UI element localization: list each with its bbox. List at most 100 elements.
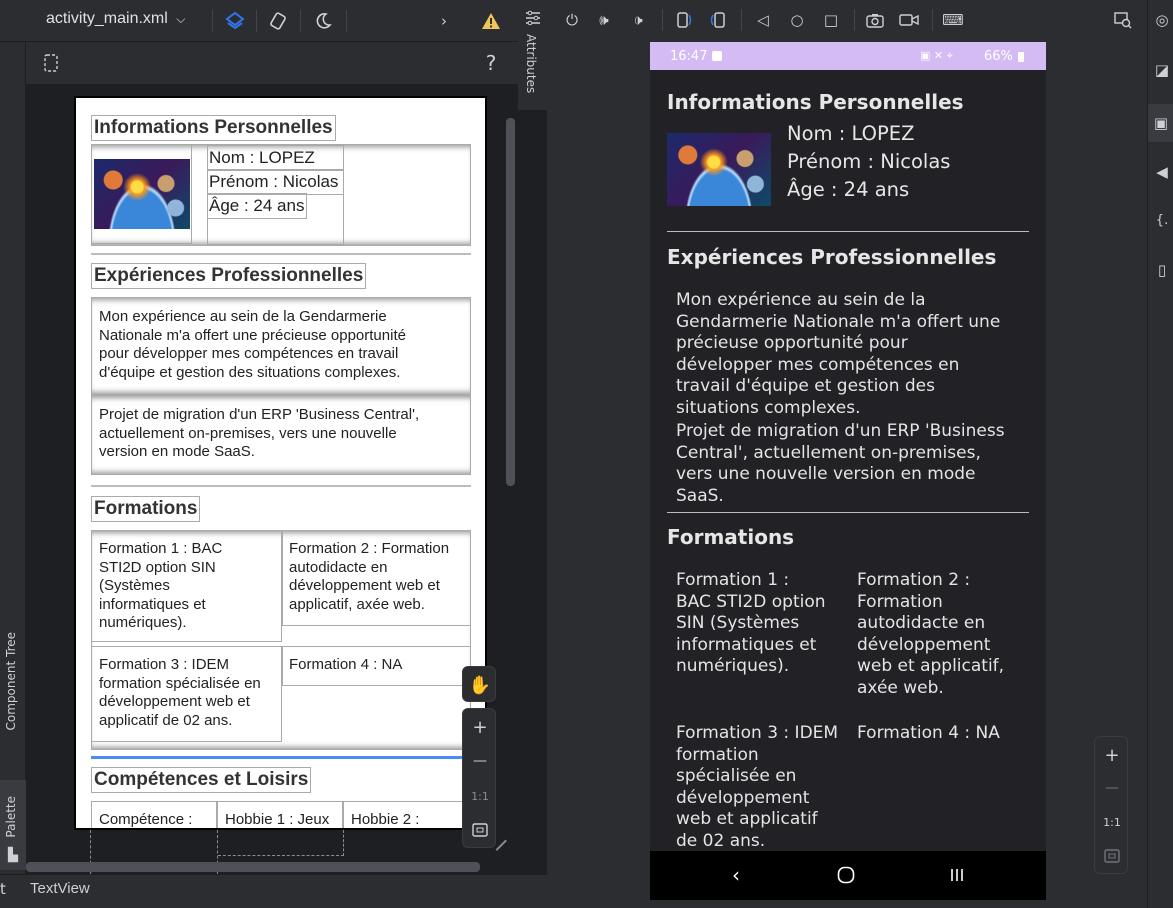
device-frame-icon[interactable] xyxy=(40,52,62,74)
palette-tab[interactable]: Palette ▙ xyxy=(0,780,26,870)
volume-down-icon[interactable]: 🕩 xyxy=(627,9,649,31)
help-icon[interactable]: ? xyxy=(480,51,502,75)
editor-zoom-toolbar: + — 1:1 xyxy=(462,708,496,848)
emu-zoom-actual-button[interactable]: 1:1 xyxy=(1097,807,1127,837)
emulator-screen[interactable]: 16:47 ▣ ✕ ⌖ 66% Informations Personnelle… xyxy=(650,42,1046,900)
camera-icon[interactable] xyxy=(864,9,886,31)
app-divider-1 xyxy=(667,231,1029,232)
preview-title-formations[interactable]: Formations xyxy=(91,496,201,522)
power-icon[interactable]: ⏻ xyxy=(561,9,583,31)
editor-subtoolbar xyxy=(26,42,518,84)
preview-f2: Formation 2 : Formation autodidacte en d… xyxy=(289,540,450,613)
preview-f3: Formation 3 : IDEM formation spécialisée… xyxy=(99,656,261,729)
preview-skill: Compétence : xyxy=(99,811,193,828)
preview-f1: Formation 1 : BAC STI2D option SIN (Syst… xyxy=(99,540,223,631)
preview-profile-image[interactable] xyxy=(91,144,192,244)
zoom-out-button[interactable]: — xyxy=(465,746,495,776)
preview-prenom[interactable]: Prénom : Nicolas xyxy=(207,169,344,195)
notification-check-icon xyxy=(712,51,722,61)
status-time: 16:47 xyxy=(670,49,708,64)
chevron-right-icon[interactable]: › xyxy=(434,8,454,34)
preview-nom[interactable]: Nom : LOPEZ xyxy=(207,145,344,171)
emulator-zoom-toolbar: + — 1:1 xyxy=(1094,736,1128,874)
json-icon[interactable]: {. xyxy=(1152,210,1172,230)
breadcrumb-item[interactable]: TextView xyxy=(30,880,90,897)
notifications-icon[interactable]: ◎ xyxy=(1152,10,1172,30)
app-content[interactable]: Informations Personnelles Nom : LOPEZ Pr… xyxy=(650,70,1046,851)
rotate-right-icon[interactable] xyxy=(707,9,729,31)
home-icon[interactable]: ○ xyxy=(786,9,808,31)
emu-zoom-out-button[interactable]: — xyxy=(1097,773,1127,803)
zoom-actual-button[interactable]: 1:1 xyxy=(465,781,495,811)
app-divider-2 xyxy=(667,512,1029,513)
component-tree-label: Component Tree xyxy=(4,632,18,731)
emu-zoom-in-button[interactable]: + xyxy=(1097,740,1127,770)
preview-title-skills[interactable]: Compétences et Loisirs xyxy=(91,767,312,793)
device-explorer-icon[interactable]: ▯ xyxy=(1152,260,1172,280)
preview-divider-1 xyxy=(91,253,471,255)
battery-icon xyxy=(1018,52,1024,62)
blueprint-outline-2 xyxy=(218,830,344,856)
app-prenom: Prénom : Nicolas xyxy=(787,150,951,173)
orientation-icon[interactable] xyxy=(265,8,291,34)
preview-exp1: Mon expérience au sein de la Gendarmerie… xyxy=(99,308,406,381)
layout-preview[interactable]: Informations Personnelles Nom : LOPEZ Pr… xyxy=(74,96,487,830)
preview-exp2: Projet de migration d'un ERP 'Business C… xyxy=(99,406,420,460)
horizontal-scrollbar[interactable] xyxy=(26,862,480,872)
preview-title-personal[interactable]: Informations Personnelles xyxy=(91,115,336,141)
app-title-personal: Informations Personnelles xyxy=(667,90,964,114)
status-icons: ▣ ✕ ⌖ xyxy=(920,49,953,62)
warning-icon[interactable] xyxy=(478,8,504,34)
status-bar: 16:47 ▣ ✕ ⌖ 66% xyxy=(650,42,1046,70)
preview-age[interactable]: Âge : 24 ans xyxy=(207,193,307,219)
attributes-icon[interactable] xyxy=(523,8,543,28)
right-tool-strip: ◎ ◪ ▣ ◀ {. ▯ xyxy=(1147,0,1173,908)
back-icon[interactable]: ◁ xyxy=(752,9,774,31)
preview-f4: Formation 4 : NA xyxy=(289,656,403,673)
app-age: Âge : 24 ans xyxy=(787,178,910,201)
emu-zoom-fit-icon[interactable] xyxy=(1097,841,1127,871)
chevron-down-icon: ⌵ xyxy=(176,12,186,26)
nav-recents-icon[interactable] xyxy=(945,863,969,887)
planets-image xyxy=(94,159,190,229)
nav-home-icon[interactable] xyxy=(834,863,858,887)
nav-back-icon[interactable]: ‹ xyxy=(724,863,748,887)
app-f4: Formation 4 : NA xyxy=(857,723,1000,743)
zoom-fit-icon[interactable] xyxy=(465,815,495,845)
battery-percent: 66% xyxy=(984,49,1013,64)
pan-hand-icon[interactable]: ✋ xyxy=(465,670,495,700)
app-title-experience: Expériences Professionnelles xyxy=(667,245,997,269)
preview-selection-line xyxy=(91,756,471,759)
app-exp1: Mon expérience au sein de la Gendarmerie… xyxy=(676,290,1001,418)
editor-pan-toolbar: ✋ xyxy=(462,666,496,702)
app-profile-image xyxy=(667,133,771,206)
running-devices-icon[interactable]: ▣ xyxy=(1148,104,1173,142)
app-nom: Nom : LOPEZ xyxy=(787,122,915,145)
file-tab[interactable]: activity_main.xml ⌵ xyxy=(46,10,185,28)
night-mode-icon[interactable] xyxy=(310,8,336,34)
vertical-scrollbar[interactable] xyxy=(506,118,515,486)
preview-title-experience[interactable]: Expériences Professionnelles xyxy=(91,263,367,289)
screen-record-icon[interactable] xyxy=(898,9,920,31)
left-tool-strip: Component Tree ⊞ Palette ▙ xyxy=(0,42,26,908)
zoom-in-button[interactable]: + xyxy=(465,712,495,742)
emulator-toolbar: ⏻ 🕪 🕩 ◁ ○ □ ⌨ xyxy=(547,0,1147,40)
palette-label: Palette xyxy=(4,796,18,838)
app-f1: Formation 1 : BAC STI2D option SIN (Syst… xyxy=(676,570,826,676)
gradle-icon[interactable]: ◪ xyxy=(1152,60,1172,80)
app-f3: Formation 3 : IDEM formation spécialisée… xyxy=(676,723,839,851)
app-title-formations: Formations xyxy=(667,525,795,549)
preview-hobby2: Hobbie 2 : xyxy=(351,811,420,828)
attributes-tab[interactable]: Attributes xyxy=(524,34,538,93)
volume-up-icon[interactable]: 🕪 xyxy=(593,9,615,31)
breadcrumb-prefix[interactable]: t xyxy=(0,880,6,898)
device-manager-icon[interactable] xyxy=(1112,9,1134,31)
navigation-bar: ‹ xyxy=(650,851,1046,900)
preview-divider-2 xyxy=(91,485,471,487)
keyboard-icon[interactable]: ⌨ xyxy=(942,9,964,31)
rotate-left-icon[interactable] xyxy=(673,9,695,31)
gemini-icon[interactable]: ◀ xyxy=(1152,162,1172,182)
design-layers-icon[interactable] xyxy=(222,8,248,34)
app-f2: Formation 2 : Formation autodidacte en d… xyxy=(857,570,1005,698)
overview-icon[interactable]: □ xyxy=(820,9,842,31)
